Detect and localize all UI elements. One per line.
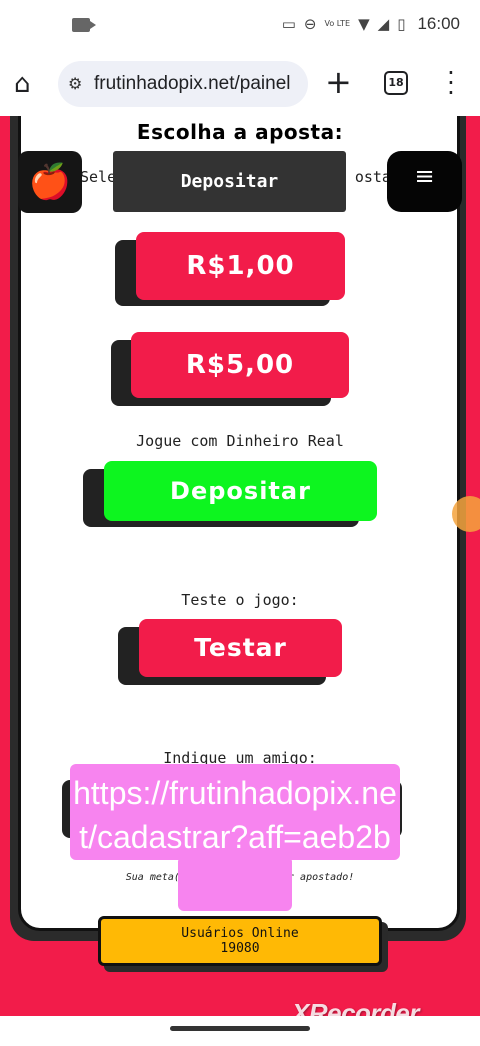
online-users-badge: Usuários Online 19080	[98, 916, 382, 966]
bet-button-1[interactable]: R$1,00	[136, 232, 345, 300]
bet-instruction-left: Sele	[80, 168, 117, 186]
header-deposit-button[interactable]: Depositar	[113, 151, 346, 212]
apple-icon: 🍎	[28, 162, 72, 202]
do-not-disturb-icon: ⊖	[303, 15, 317, 33]
deposit-button[interactable]: Depositar	[104, 461, 377, 521]
bet-button-2[interactable]: R$5,00	[131, 332, 349, 398]
bet-button-2-wrapper: R$5,00	[111, 332, 349, 406]
logo-button[interactable]: 🍎	[18, 151, 82, 213]
wifi-icon: ▼	[358, 15, 370, 33]
status-icons: ▭ ⊖ Vo LTE ▼ ◢ ▯ 16:00	[282, 14, 460, 34]
test-button-wrapper: Testar	[118, 619, 342, 685]
referral-note-right: or apostado!	[281, 872, 355, 883]
referral-link-text: https://frutinhadopix.net/cadastrar?aff=…	[73, 775, 397, 855]
battery-icon: ▯	[397, 15, 406, 33]
more-options-icon[interactable]: · · ·	[446, 61, 456, 105]
cast-icon: ▭	[281, 15, 296, 33]
menu-icon: ≡	[414, 162, 435, 190]
referral-note-left: Sua meta(g	[125, 872, 186, 883]
test-button[interactable]: Testar	[139, 619, 342, 677]
browser-toolbar: ⌂ ⚙ frutinhadopix.net/painel + 18 · · ·	[0, 56, 480, 116]
home-icon[interactable]: ⌂	[14, 70, 42, 98]
address-bar[interactable]: ⚙ frutinhadopix.net/painel	[58, 61, 308, 107]
tab-switcher-button[interactable]: 18	[384, 71, 408, 95]
navigation-bar	[0, 1016, 480, 1046]
status-bar: ▭ ⊖ Vo LTE ▼ ◢ ▯ 16:00	[0, 0, 480, 56]
deposit-button-wrapper: Depositar	[83, 461, 377, 527]
bet-button-1-wrapper: R$1,00	[115, 232, 345, 306]
real-money-label: Jogue com Dinheiro Real	[136, 432, 344, 450]
page-background: Escolha a aposta: Sele ostar 🍎 Depositar…	[0, 116, 480, 1016]
recorder-floating-button[interactable]	[452, 496, 480, 532]
online-users-count: 19080	[220, 941, 260, 956]
new-tab-icon[interactable]: +	[325, 66, 352, 98]
clock: 16:00	[417, 14, 460, 33]
signal-icon: ◢	[377, 15, 390, 33]
volte-icon: Vo LTE	[324, 19, 351, 28]
gesture-handle[interactable]	[170, 1026, 310, 1031]
url-text[interactable]: frutinhadopix.net/painel	[94, 73, 290, 95]
online-users-label: Usuários Online	[181, 926, 299, 941]
referral-overlay-tail	[178, 856, 292, 911]
screen-record-icon	[72, 18, 96, 32]
test-label: Teste o jogo:	[181, 591, 299, 609]
page-heading: Escolha a aposta:	[136, 120, 344, 144]
hamburger-menu-button[interactable]: ≡	[387, 151, 462, 212]
site-settings-icon[interactable]: ⚙	[68, 74, 82, 93]
